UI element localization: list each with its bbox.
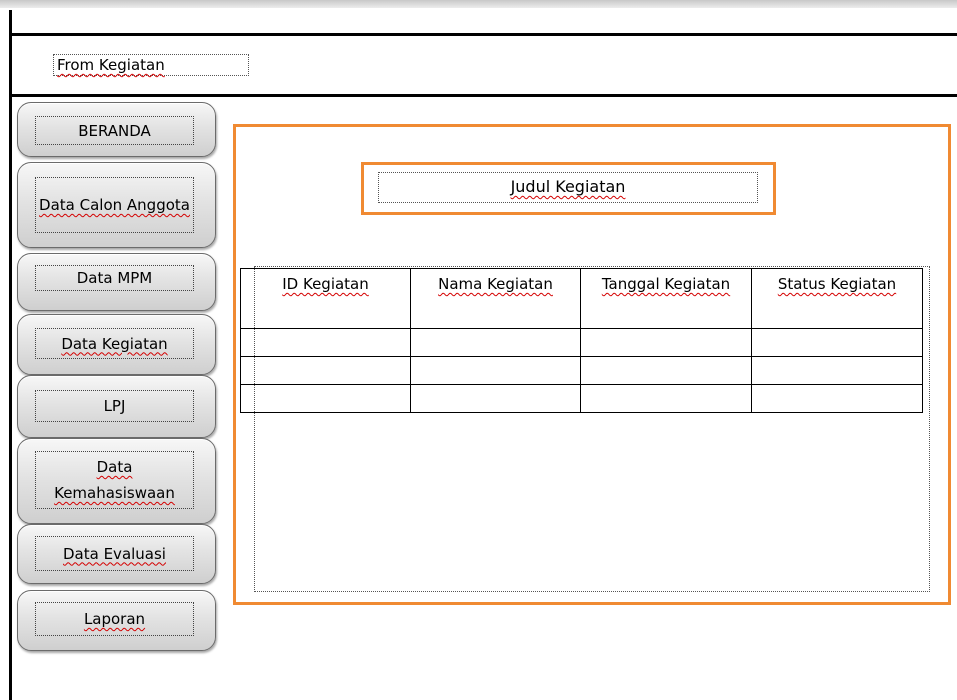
nav-label-lpj: LPJ bbox=[103, 397, 126, 415]
table-cell bbox=[410, 384, 581, 413]
table-cell bbox=[410, 328, 581, 357]
nav-button-data-kegiatan[interactable]: Data Kegiatan bbox=[17, 314, 216, 375]
nav-button-beranda[interactable]: BERANDA bbox=[17, 102, 216, 157]
table-row bbox=[240, 328, 923, 357]
activity-table: ID Kegiatan Nama Kegiatan Tanggal Kegiat… bbox=[240, 268, 923, 413]
nav-button-data-calon-anggota[interactable]: Data Calon Anggota bbox=[17, 162, 216, 248]
table-cell bbox=[751, 356, 923, 385]
nav-label-data-calon-anggota: Data Calon Anggota bbox=[39, 196, 190, 214]
nav-label-beranda: BERANDA bbox=[78, 121, 151, 140]
nav-label-data-evaluasi: Data Evaluasi bbox=[63, 544, 166, 563]
nav-button-laporan[interactable]: Laporan bbox=[17, 590, 216, 651]
table-row bbox=[240, 384, 923, 413]
nav-button-data-mpm[interactable]: Data MPM bbox=[17, 253, 216, 311]
table-cell bbox=[580, 328, 752, 357]
table-cell bbox=[240, 328, 411, 357]
nav-button-data-kemahasiswaan[interactable]: Data Kemahasiswaan bbox=[17, 438, 216, 524]
column-header-tanggal-kegiatan: Tanggal Kegiatan bbox=[580, 268, 752, 329]
nav-label-data-kegiatan: Data Kegiatan bbox=[61, 334, 168, 353]
nav-button-lpj[interactable]: LPJ bbox=[17, 375, 216, 438]
table-cell bbox=[580, 356, 752, 385]
table-cell bbox=[410, 356, 581, 385]
nav-label-laporan: Laporan bbox=[83, 610, 146, 628]
nav-label-data-kemahasiswaan: Data Kemahasiswaan bbox=[54, 458, 175, 502]
table-row bbox=[240, 356, 923, 385]
table-cell bbox=[580, 384, 752, 413]
activity-title-text: Judul Kegiatan bbox=[510, 177, 626, 196]
column-header-nama-kegiatan: Nama Kegiatan bbox=[410, 268, 581, 329]
form-title-text: From Kegiatan bbox=[57, 56, 165, 74]
table-cell bbox=[240, 384, 411, 413]
window-top-edge bbox=[0, 0, 957, 8]
table-cell bbox=[751, 384, 923, 413]
table-cell bbox=[751, 328, 923, 357]
table-header-row: ID Kegiatan Nama Kegiatan Tanggal Kegiat… bbox=[240, 268, 923, 329]
form-title: From Kegiatan bbox=[53, 54, 249, 76]
activity-title-heading: Judul Kegiatan bbox=[378, 172, 758, 203]
table-cell bbox=[240, 356, 411, 385]
nav-label-data-mpm: Data MPM bbox=[76, 269, 153, 287]
column-header-id-kegiatan: ID Kegiatan bbox=[240, 268, 411, 329]
column-header-status-kegiatan: Status Kegiatan bbox=[751, 268, 923, 329]
nav-button-data-evaluasi[interactable]: Data Evaluasi bbox=[17, 524, 216, 584]
